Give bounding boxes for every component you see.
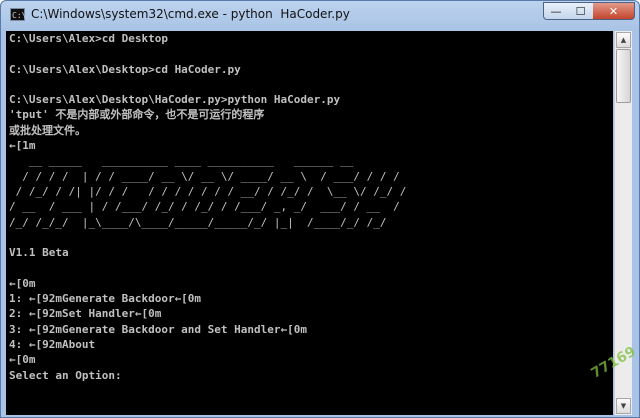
console-line: C:\Users\Alex\Desktop>cd HaCoder.py [9,62,241,76]
close-button[interactable]: ✕ [593,2,635,20]
minimize-icon: — [550,4,562,18]
ascii-banner-line: / __ / ___ | / /___/ /_/ / /_/ / /___/ _… [9,200,400,214]
console-line: ←[0m [9,276,36,290]
menu-option-1: 1: ←[92mGenerate Backdoor←[0m [9,292,202,306]
menu-option-4: 4: ←[92mAbout [9,337,96,351]
menu-option-3: 3: ←[92mGenerate Backdoor and Set Handle… [9,322,308,336]
maximize-button[interactable]: ☐ [568,2,594,20]
scroll-thumb[interactable] [616,49,631,103]
menu-option-2: 2: ←[92mSet Handler←[0m [9,307,162,321]
ascii-banner-line: __ _____ __________ ____ __________ ____… [9,154,354,168]
title-bar[interactable]: C:\ C:\Windows\system32\cmd.exe - python… [1,1,639,31]
maximize-icon: ☐ [575,4,586,18]
console-line: 或批处理文件。 [9,123,86,137]
close-icon: ✕ [608,4,619,18]
console-text: C:\Users\Alex>cd Desktop C:\Users\Alex\D… [6,31,613,383]
console-line: 'tput' 不是内部或外部命令，也不是可运行的程序 [9,108,265,122]
console-line: C:\Users\Alex\Desktop\HaCoder.py>python … [9,93,341,107]
window-title: C:\Windows\system32\cmd.exe - python HaC… [31,7,350,21]
console-line: ←[1m [9,139,36,153]
arrow-down-icon: ▼ [620,402,627,410]
cmd-window: C:\ C:\Windows\system32\cmd.exe - python… [0,0,640,418]
ascii-banner-line: / /_/ / /| |/ / / / / / / / / / __/ / /_… [9,184,407,198]
console-output[interactable]: C:\Users\Alex>cd Desktop C:\Users\Alex\D… [6,31,613,415]
scroll-up-button[interactable]: ▲ [616,32,631,48]
scroll-down-button[interactable]: ▼ [616,398,631,414]
version-line: V1.1 Beta [9,246,69,260]
ascii-banner-line: /_/ /_/_/ |_\____/\____/_____/_____/_/ |… [9,215,387,229]
console-line: ←[0m [9,353,36,367]
ascii-banner-line: / / / / | / / ____/ __ \/ __ \/ ____/ __… [9,169,400,183]
arrow-up-icon: ▲ [620,36,627,44]
minimize-button[interactable]: — [543,2,569,20]
cmd-app-icon[interactable]: C:\ [10,8,26,21]
console-line: C:\Users\Alex>cd Desktop [9,32,168,45]
input-prompt[interactable]: Select an Option: [9,369,122,382]
